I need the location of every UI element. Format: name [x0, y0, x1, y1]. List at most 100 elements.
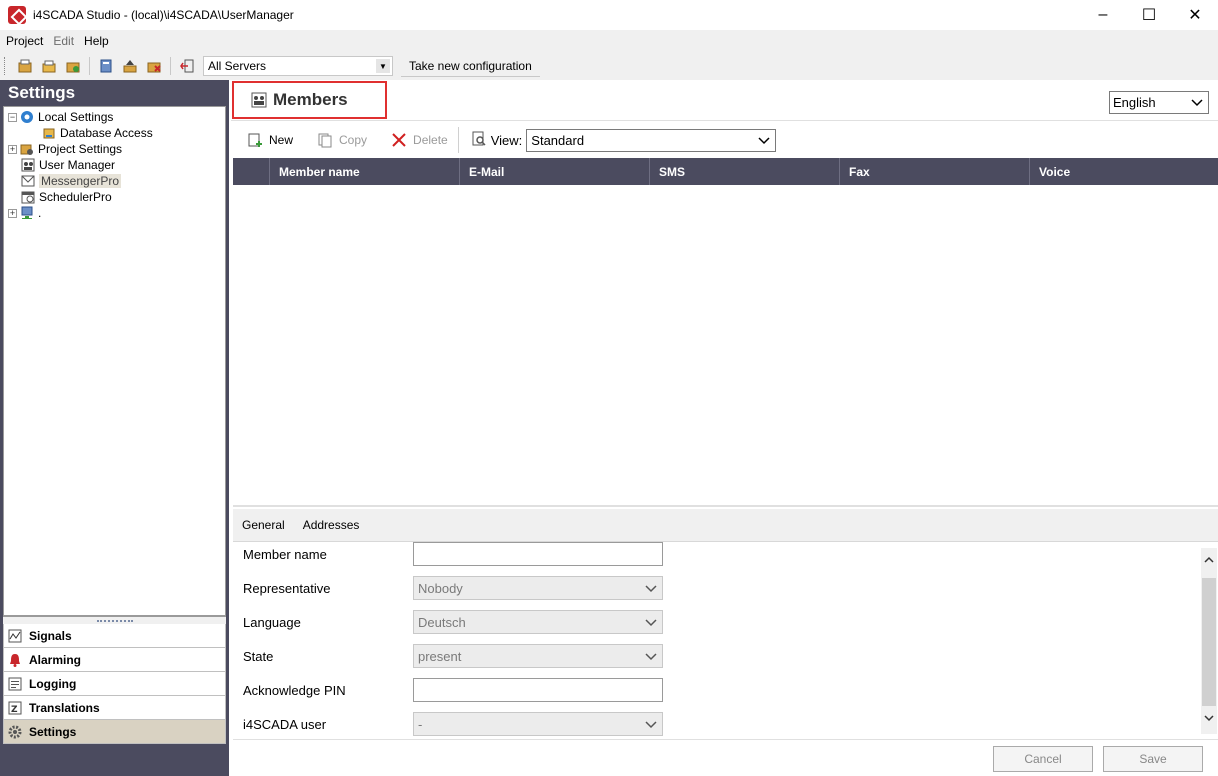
- member-name-label: Member name: [243, 546, 327, 562]
- state-label: State: [243, 648, 274, 664]
- menu-help[interactable]: Help: [84, 34, 109, 48]
- members-icon: [251, 92, 267, 108]
- sidebar-header: Settings: [8, 83, 76, 102]
- column-header-email[interactable]: E-Mail: [460, 158, 650, 185]
- form-row-acknowledge-pin: Acknowledge PIN: [243, 678, 663, 702]
- messenger-icon: [21, 174, 35, 188]
- server-selector[interactable]: All Servers ▼: [203, 56, 393, 76]
- signals-icon: [7, 628, 23, 644]
- nav-item-settings[interactable]: Settings: [3, 720, 226, 744]
- bell-icon: [7, 652, 23, 668]
- delete-button[interactable]: Delete: [391, 132, 448, 148]
- sidebar: Settings − Local Settings Database Acces…: [0, 80, 229, 776]
- tree-item-label: User Manager: [39, 158, 116, 172]
- scroll-down-icon[interactable]: [1201, 710, 1217, 726]
- command-bar: New Copy Delete View: Standard: [231, 124, 1218, 156]
- i4scada-user-select[interactable]: -: [413, 712, 663, 736]
- nav-item-alarming[interactable]: Alarming: [3, 648, 226, 672]
- state-value: present: [418, 648, 462, 664]
- project-settings-icon: [20, 142, 34, 156]
- gear-icon: [7, 724, 23, 740]
- language-field-select[interactable]: Deutsch: [413, 610, 663, 634]
- tree-item-user-manager[interactable]: User Manager: [21, 157, 115, 173]
- collapse-icon[interactable]: −: [8, 112, 17, 122]
- menu-project[interactable]: Project: [6, 34, 43, 48]
- acknowledge-pin-input[interactable]: [413, 678, 663, 702]
- tree-item-label: SchedulerPro: [39, 190, 112, 204]
- i4scada-user-value: -: [418, 716, 423, 732]
- nav-list: Signals Alarming Logging Z Translations …: [3, 624, 226, 744]
- remove-icon[interactable]: [145, 57, 163, 75]
- chevron-down-icon: [644, 581, 658, 598]
- representative-label: Representative: [243, 580, 331, 596]
- new-project-icon[interactable]: [16, 57, 34, 75]
- nav-item-translations[interactable]: Z Translations: [3, 696, 226, 720]
- minimize-button[interactable]: –: [1080, 0, 1126, 30]
- tree-item-server[interactable]: + .: [8, 205, 41, 221]
- tree-item-messengerpro[interactable]: MessengerPro: [21, 173, 122, 189]
- menu-bar: Project Edit Help: [0, 30, 1218, 52]
- new-button[interactable]: New: [247, 132, 293, 148]
- new-button-label: New: [269, 133, 294, 147]
- cancel-button[interactable]: Cancel: [993, 746, 1093, 772]
- column-header-sms[interactable]: SMS: [650, 158, 840, 185]
- close-button[interactable]: ✕: [1172, 0, 1218, 30]
- detail-scrollbar[interactable]: [1201, 548, 1217, 734]
- menu-edit[interactable]: Edit: [53, 34, 74, 48]
- view-icon: [471, 131, 487, 150]
- database-icon: [42, 126, 56, 140]
- form-row-language: Language Deutsch: [243, 610, 663, 634]
- save-button[interactable]: Save: [1103, 746, 1203, 772]
- delete-button-label: Delete: [413, 133, 448, 147]
- upload-icon[interactable]: [121, 57, 139, 75]
- translations-icon: Z: [7, 700, 23, 716]
- language-select[interactable]: English: [1109, 91, 1209, 114]
- column-header-fax[interactable]: Fax: [840, 158, 1030, 185]
- save-project-icon[interactable]: [64, 57, 82, 75]
- column-header-voice[interactable]: Voice: [1030, 158, 1218, 185]
- expand-icon[interactable]: +: [8, 208, 17, 218]
- representative-select[interactable]: Nobody: [413, 576, 663, 600]
- server-icon[interactable]: [97, 57, 115, 75]
- take-new-configuration-button[interactable]: Take new configuration: [401, 55, 540, 77]
- view-select[interactable]: Standard: [526, 128, 777, 152]
- language-select-value: English: [1113, 95, 1156, 110]
- maximize-button[interactable]: ☐: [1126, 0, 1172, 30]
- nav-item-label: Alarming: [29, 652, 82, 667]
- row-selector-header[interactable]: [233, 158, 270, 185]
- title-bar: i4SCADA Studio - (local)\i4SCADA\UserMan…: [0, 0, 1218, 30]
- panel-splitter[interactable]: [3, 616, 226, 624]
- state-select[interactable]: present: [413, 644, 663, 668]
- nav-item-label: Translations: [29, 700, 100, 715]
- nav-item-logging[interactable]: Logging: [3, 672, 226, 696]
- exit-icon[interactable]: [178, 57, 196, 75]
- copy-button-label: Copy: [339, 133, 368, 147]
- language-label: Language: [243, 614, 301, 630]
- chevron-down-icon: [757, 133, 771, 150]
- copy-button[interactable]: Copy: [317, 132, 367, 148]
- scroll-thumb[interactable]: [1202, 578, 1216, 706]
- tree-item-project-settings[interactable]: + Project Settings: [8, 141, 122, 157]
- logging-icon: [7, 676, 23, 692]
- nav-item-signals[interactable]: Signals: [3, 624, 226, 648]
- scroll-up-icon[interactable]: [1201, 552, 1217, 568]
- grid-splitter[interactable]: [233, 505, 1218, 507]
- i4scada-user-label: i4SCADA user: [243, 716, 327, 732]
- members-grid-body[interactable]: [233, 185, 1218, 507]
- view-select-value: Standard: [531, 132, 585, 148]
- app-logo-icon: [8, 6, 26, 24]
- nav-item-label: Logging: [29, 676, 77, 691]
- tab-general[interactable]: General: [242, 518, 285, 532]
- chevron-down-icon: [644, 649, 658, 666]
- expand-icon[interactable]: +: [8, 144, 17, 154]
- column-header-member-name[interactable]: Member name: [270, 158, 460, 185]
- dropdown-arrow-icon[interactable]: ▼: [376, 59, 390, 73]
- open-project-icon[interactable]: [40, 57, 58, 75]
- tab-addresses[interactable]: Addresses: [303, 518, 360, 532]
- chevron-down-icon: [644, 717, 658, 734]
- member-name-input[interactable]: [413, 542, 663, 566]
- tree-item-schedulerpro[interactable]: SchedulerPro: [21, 189, 112, 205]
- tree-item-database-access[interactable]: Database Access: [42, 125, 153, 141]
- toolbar-grip[interactable]: [4, 57, 7, 75]
- tree-item-local-settings[interactable]: − Local Settings: [8, 109, 113, 125]
